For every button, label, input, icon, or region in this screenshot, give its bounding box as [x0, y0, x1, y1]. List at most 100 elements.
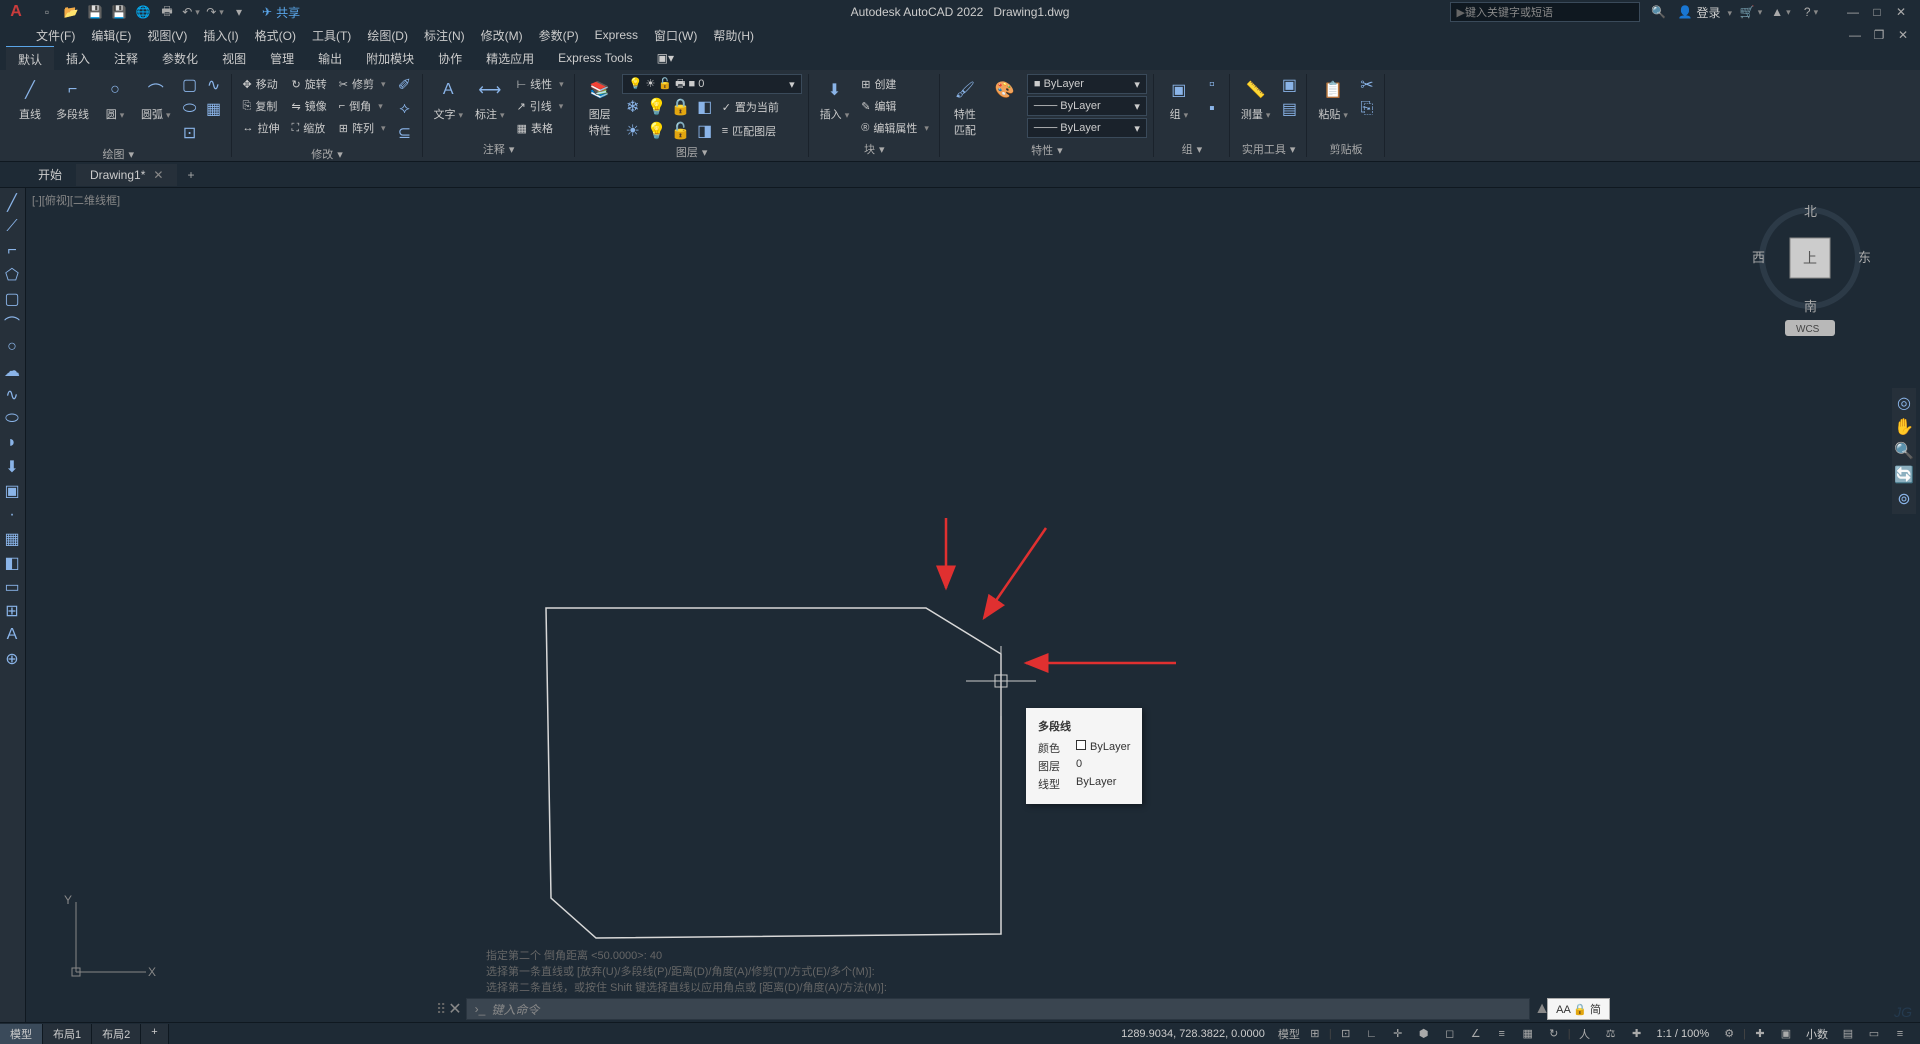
redo-icon[interactable]: ↷ [204, 2, 226, 22]
nav-orbit-icon[interactable]: 🔄 [1892, 464, 1916, 486]
tool-revcloud-icon[interactable]: ☁ [0, 360, 24, 382]
layer-lock-icon[interactable]: 🔒 [670, 96, 692, 118]
autodesk-icon[interactable]: ▲ [1770, 2, 1792, 22]
ribbon-tab-annotate[interactable]: 注释 [102, 46, 150, 71]
open-icon[interactable]: 📂 [60, 2, 82, 22]
status-monitor-icon[interactable]: ▣ [1774, 1024, 1798, 1044]
status-polar-icon[interactable]: ✛ [1386, 1024, 1410, 1044]
cmd-close-icon[interactable]: ✕ [448, 999, 461, 1019]
viewport[interactable]: [-][俯视][二维线框] 多段线 颜色ByLayer 图层0 线型By [26, 188, 1920, 1022]
layer-unlock-icon[interactable]: 🔓 [670, 120, 692, 142]
dim-button[interactable]: ⟷ 标注 [471, 74, 509, 124]
ribbon-tab-addon[interactable]: 附加模块 [354, 46, 426, 71]
layer-thaw-icon[interactable]: ☀ [622, 120, 644, 142]
tool-gradient-icon[interactable]: ◧ [0, 552, 24, 574]
status-annoscale-icon[interactable]: 人 [1573, 1024, 1597, 1044]
util-btn1-icon[interactable]: ▣ [1278, 74, 1300, 96]
status-custom-icon[interactable]: ≡ [1888, 1024, 1912, 1044]
layer-uniso-icon[interactable]: ◨ [694, 120, 716, 142]
tool-spline-icon[interactable]: ∿ [0, 384, 24, 406]
menu-view[interactable]: 视图(V) [139, 27, 195, 44]
copy-clip-icon[interactable]: ⎘ [1356, 98, 1378, 120]
trim-button[interactable]: ✂修剪 [335, 74, 390, 94]
erase-icon[interactable]: ✐ [394, 74, 416, 96]
offset-icon[interactable]: ⊆ [394, 122, 416, 144]
menu-draw[interactable]: 绘图(D) [359, 27, 416, 44]
layer-iso-icon[interactable]: ◧ [694, 96, 716, 118]
menu-window[interactable]: 窗口(W) [646, 27, 705, 44]
rect-icon[interactable]: ▢ [179, 74, 201, 96]
insert-button[interactable]: ⬇ 插入 [816, 74, 854, 124]
status-ortho-icon[interactable]: ∟ [1360, 1024, 1384, 1044]
tool-polygon-icon[interactable]: ⬠ [0, 264, 24, 286]
group-button[interactable]: ▣ 组 [1161, 74, 1197, 124]
tool-line-icon[interactable]: ╱ [0, 192, 24, 214]
status-transparency-icon[interactable]: ▦ [1516, 1024, 1540, 1044]
plot-icon[interactable]: 🖶 [156, 2, 178, 22]
menu-param[interactable]: 参数(P) [531, 27, 587, 44]
maximize-icon[interactable]: □ [1866, 2, 1888, 22]
status-clean-icon[interactable]: ▭ [1862, 1024, 1886, 1044]
status-qp-icon[interactable]: ▤ [1836, 1024, 1860, 1044]
linear-button[interactable]: ⊢线性 [513, 74, 568, 94]
status-gear-icon[interactable]: ⚙ [1717, 1024, 1741, 1044]
share-button[interactable]: ✈ 共享 [262, 4, 300, 21]
ellipse-icon[interactable]: ⬭ [179, 98, 201, 120]
tool-table-icon[interactable]: ⊞ [0, 600, 24, 622]
layer-freeze-icon[interactable]: ❄ [622, 96, 644, 118]
layer-dropdown[interactable]: 💡 ☀ 🔓 🖶 ■ 0▾ [622, 74, 802, 94]
cart-icon[interactable]: 🛒 [1740, 2, 1762, 22]
status-annoadd-icon[interactable]: ✚ [1625, 1024, 1649, 1044]
nav-fullnav-icon[interactable]: ◎ [1892, 392, 1916, 414]
nav-pan-icon[interactable]: ✋ [1892, 416, 1916, 438]
group-edit-icon[interactable]: ▪ [1201, 98, 1223, 120]
nav-zoom-icon[interactable]: 🔍 [1892, 440, 1916, 462]
status-annovis-icon[interactable]: ⚖ [1599, 1024, 1623, 1044]
array-button[interactable]: ⊞阵列 [335, 118, 390, 138]
status-units[interactable]: 小数 [1800, 1026, 1834, 1042]
rotate-button[interactable]: ↻旋转 [288, 74, 331, 94]
menu-express[interactable]: Express [587, 28, 646, 42]
ribbon-expand-icon[interactable]: ▣▾ [645, 47, 686, 69]
status-workspace-icon[interactable]: ✚ [1748, 1024, 1772, 1044]
line-button[interactable]: ╱ 直线 [12, 74, 48, 124]
tab-layout2[interactable]: 布局2 [92, 1024, 141, 1044]
tool-arc-icon[interactable]: ⌒ [0, 312, 24, 334]
status-scale[interactable]: 1:1 / 100% [1651, 1028, 1716, 1040]
status-model-btn[interactable]: 模型 [1277, 1024, 1301, 1044]
ribbon-tab-manage[interactable]: 管理 [258, 46, 306, 71]
tab-drawing1[interactable]: Drawing1* ✕ [76, 164, 177, 186]
tab-layout1[interactable]: 布局1 [43, 1024, 92, 1044]
tool-insert-icon[interactable]: ⬇ [0, 456, 24, 478]
search-icon[interactable]: 🔍 [1648, 2, 1670, 22]
tool-region-icon[interactable]: ▭ [0, 576, 24, 598]
tool-xline-icon[interactable]: ⟋ [0, 216, 24, 238]
tool-block-icon[interactable]: ▣ [0, 480, 24, 502]
ribbon-tab-output[interactable]: 输出 [306, 46, 354, 71]
paste-button[interactable]: 📋 粘贴 [1314, 74, 1352, 124]
tab-model[interactable]: 模型 [0, 1024, 43, 1044]
layer-props-button[interactable]: 📚 图层 特性 [582, 74, 618, 140]
tool-addselect-icon[interactable]: ⊕ [0, 648, 24, 670]
leader-button[interactable]: ↗引线 [513, 96, 568, 116]
nav-wheel-icon[interactable]: ⊚ [1892, 488, 1916, 510]
make-current-button[interactable]: ✓置为当前 [718, 96, 783, 118]
status-lwt-icon[interactable]: ≡ [1490, 1024, 1514, 1044]
color-dropdown[interactable]: ■ ByLayer▾ [1027, 74, 1147, 94]
ribbon-tab-parametric[interactable]: 参数化 [150, 46, 210, 71]
tool-ellipsearc-icon[interactable]: ◗ [0, 432, 24, 454]
status-iso-icon[interactable]: ⬢ [1412, 1024, 1436, 1044]
spline-icon[interactable]: ∿ [203, 74, 225, 96]
menu-file[interactable]: 文件(F) [28, 27, 83, 44]
ribbon-tab-collab[interactable]: 协作 [426, 46, 474, 71]
menu-help[interactable]: 帮助(H) [705, 27, 762, 44]
util-btn2-icon[interactable]: ▤ [1278, 98, 1300, 120]
web-icon[interactable]: 🌐 [132, 2, 154, 22]
block-edit-button[interactable]: ✎编辑 [857, 96, 933, 116]
scale-button[interactable]: ⛶缩放 [288, 118, 331, 138]
tool-point-icon[interactable]: · [0, 504, 24, 526]
status-otrack-icon[interactable]: ∠ [1464, 1024, 1488, 1044]
menu-modify[interactable]: 修改(M) [473, 27, 531, 44]
hatch-icon[interactable]: ▦ [203, 98, 225, 120]
tab-add-icon[interactable]: + [177, 164, 204, 186]
